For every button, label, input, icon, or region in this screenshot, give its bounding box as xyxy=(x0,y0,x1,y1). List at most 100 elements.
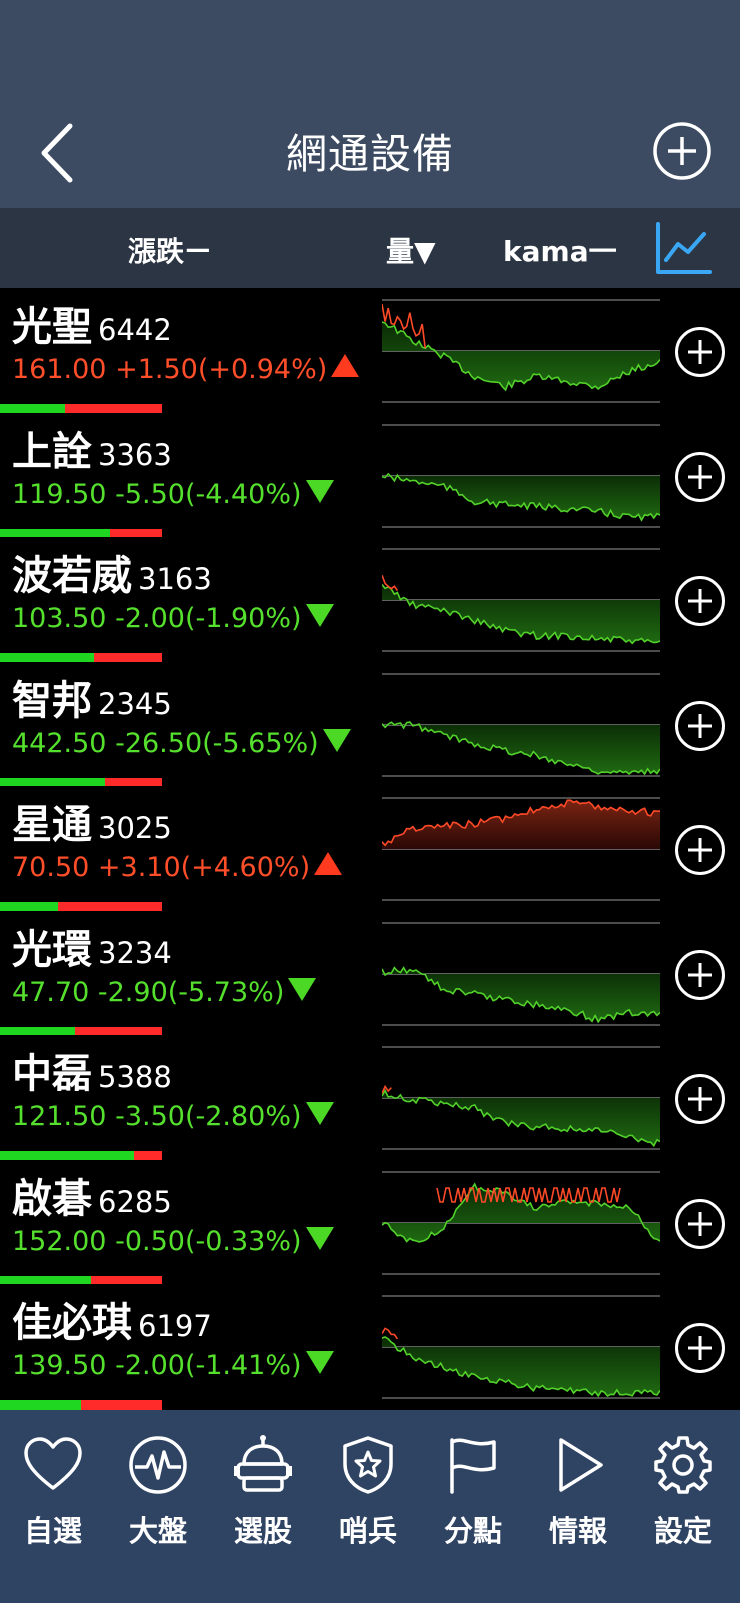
stock-name: 佳必琪 6197 xyxy=(12,1290,212,1348)
stock-quote: 47.70 -2.90(-5.73%) xyxy=(12,976,317,1008)
stock-name: 光環 3234 xyxy=(12,917,172,975)
stock-price: 119.50 xyxy=(12,478,107,510)
stock-name-text: 星通 xyxy=(12,802,92,848)
arrow-down-icon xyxy=(322,728,351,752)
arrow-down-icon xyxy=(305,1102,334,1125)
stock-name-text: 中磊 xyxy=(12,1051,92,1097)
intraday-sparkline xyxy=(382,1046,660,1150)
stock-price: 442.50 xyxy=(12,727,107,759)
stock-quote: 152.00 -0.50(-0.33%) xyxy=(12,1226,334,1257)
stock-pct: (+0.94%) xyxy=(197,354,328,385)
add-to-watchlist-icon[interactable] xyxy=(674,326,726,378)
stock-change: +1.50 xyxy=(115,354,198,385)
stock-pct: (-5.65%) xyxy=(202,727,319,759)
stock-row[interactable]: 上詮 3363 119.50 -5.50(-4.40%) xyxy=(0,412,740,540)
stock-code: 3363 xyxy=(98,437,172,472)
tab-settings[interactable]: 設定 xyxy=(638,1434,728,1574)
stock-row[interactable]: 光聖 6442 161.00 +1.50(+0.94%) xyxy=(0,288,740,416)
stock-code: 3025 xyxy=(98,811,172,845)
intraday-sparkline xyxy=(382,1170,660,1275)
stock-row[interactable]: 星通 3025 70.50 +3.10(+4.60%) xyxy=(0,786,740,914)
tab-stock-picker[interactable]: 選股 xyxy=(218,1434,308,1574)
stock-row[interactable]: 啟碁 6285 152.00 -0.50(-0.33%) xyxy=(0,1159,740,1287)
sort-by-volume[interactable]: 量▼ xyxy=(386,230,436,270)
stock-name-text: 波若威 xyxy=(12,553,132,599)
stock-quote: 103.50 -2.00(-1.90%) xyxy=(12,603,334,634)
stock-quote: 70.50 +3.10(+4.60%) xyxy=(12,852,343,883)
stock-row[interactable]: 波若威 3163 103.50 -2.00(-1.90%) xyxy=(0,537,740,665)
stock-quote: 121.50 -3.50(-2.80%) xyxy=(12,1101,334,1132)
stock-name-text: 上詮 xyxy=(12,428,92,475)
add-to-watchlist-icon[interactable] xyxy=(674,1322,726,1374)
intraday-sparkline xyxy=(382,797,660,901)
stock-change: -2.90 xyxy=(97,976,168,1008)
stock-pct: (-4.40%) xyxy=(184,478,302,510)
stock-price: 47.70 xyxy=(12,976,90,1008)
intraday-sparkline xyxy=(382,672,660,777)
stock-change: +3.10 xyxy=(97,852,181,883)
stock-name-text: 光環 xyxy=(12,926,92,973)
stock-change: -2.00 xyxy=(115,1350,185,1381)
stock-name-text: 佳必琪 xyxy=(12,1300,132,1346)
stock-row[interactable]: 中磊 5388 121.50 -3.50(-2.80%) xyxy=(0,1035,740,1163)
tab-watchlist[interactable]: 自選 xyxy=(8,1434,98,1574)
stock-change: -5.50 xyxy=(115,478,185,510)
arrow-down-icon xyxy=(305,604,334,627)
add-to-watchlist-icon[interactable] xyxy=(674,824,726,876)
tab-label: 哨兵 xyxy=(338,1514,397,1548)
tab-branches[interactable]: 分點 xyxy=(428,1434,518,1574)
arrow-up-icon xyxy=(314,852,343,875)
stock-quote: 161.00 +1.50(+0.94%) xyxy=(12,354,360,385)
stock-name: 光聖 6442 xyxy=(12,294,172,352)
stock-price: 139.50 xyxy=(12,1350,107,1381)
stock-row[interactable]: 光環 3234 47.70 -2.90(-5.73%) xyxy=(0,910,740,1038)
sort-by-change[interactable]: 漲跌ㄧ xyxy=(128,230,212,270)
stock-row[interactable]: 佳必琪 6197 139.50 -2.00(-1.41%) xyxy=(0,1284,740,1410)
stock-quote: 139.50 -2.00(-1.41%) xyxy=(12,1350,334,1381)
arrow-down-icon xyxy=(305,479,334,503)
arrow-down-icon xyxy=(305,1351,334,1374)
stock-code: 6442 xyxy=(98,313,172,347)
stock-name: 上詮 3363 xyxy=(12,419,172,477)
stock-pct: (-1.90%) xyxy=(184,603,302,634)
app-header: 網通設備 xyxy=(0,0,740,208)
plus-circle-icon[interactable] xyxy=(652,121,712,181)
bottom-tab-bar: 自選 大盤 選股 哨兵 分點 情報 設定 xyxy=(0,1410,740,1603)
tab-sentinel[interactable]: 哨兵 xyxy=(323,1434,413,1574)
add-to-watchlist-icon[interactable] xyxy=(674,949,726,1001)
stock-price: 103.50 xyxy=(12,603,107,634)
robot-icon xyxy=(234,1435,292,1492)
tab-label: 自選 xyxy=(23,1514,82,1548)
intraday-sparkline xyxy=(382,299,660,403)
add-to-watchlist-icon[interactable] xyxy=(674,451,726,503)
tab-market[interactable]: 大盤 xyxy=(113,1434,203,1574)
stock-change: -26.50 xyxy=(115,727,203,759)
stock-name: 中磊 5388 xyxy=(12,1041,172,1099)
line-chart-icon[interactable] xyxy=(654,220,712,278)
stock-price: 70.50 xyxy=(12,852,90,883)
tab-intel[interactable]: 情報 xyxy=(533,1434,623,1574)
add-to-watchlist-icon[interactable] xyxy=(674,700,726,752)
intraday-sparkline xyxy=(382,1295,660,1399)
stock-code: 3234 xyxy=(98,935,172,970)
intraday-sparkline xyxy=(382,548,660,652)
stock-change: -3.50 xyxy=(115,1101,185,1132)
sort-by-kama[interactable]: kama一 xyxy=(503,230,617,270)
arrow-down-icon xyxy=(288,977,317,1001)
add-to-watchlist-icon[interactable] xyxy=(674,1198,726,1250)
arrow-up-icon xyxy=(331,354,360,377)
stock-name: 波若威 3163 xyxy=(12,543,212,601)
add-to-watchlist-icon[interactable] xyxy=(674,575,726,627)
stock-code: 2345 xyxy=(98,686,172,721)
tab-label: 情報 xyxy=(548,1514,607,1548)
stock-code: 6285 xyxy=(98,1184,172,1219)
stock-change: -0.50 xyxy=(115,1225,185,1257)
stock-quote: 119.50 -5.50(-4.40%) xyxy=(12,479,334,510)
stock-code: 6197 xyxy=(138,1309,212,1343)
stock-quote: 442.50 -26.50(-5.65%) xyxy=(12,728,351,759)
stock-name-text: 智邦 xyxy=(12,677,92,724)
add-to-watchlist-icon[interactable] xyxy=(674,1073,726,1125)
stock-row[interactable]: 智邦 2345 442.50 -26.50(-5.65%) xyxy=(0,661,740,789)
stock-name-text: 光聖 xyxy=(12,304,92,350)
intraday-sparkline xyxy=(382,921,660,1026)
